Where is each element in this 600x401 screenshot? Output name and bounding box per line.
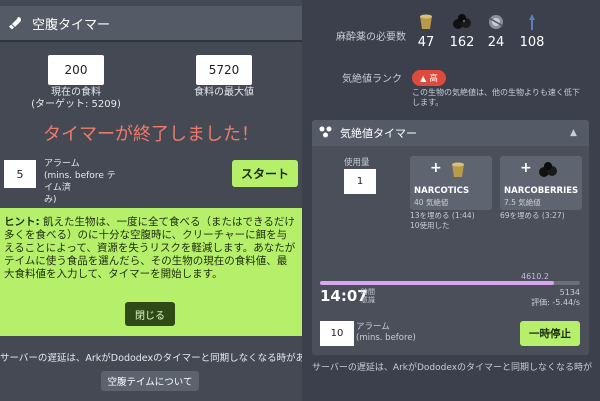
clock-sub-labels: 時間 意識 <box>361 288 375 304</box>
tranq-arrow-count: 108 <box>519 35 545 50</box>
food-card-narcotics[interactable]: + NARCOTICS 40 気絶値 <box>410 156 492 210</box>
narcoberries-icon <box>452 12 472 32</box>
narcotics-icon <box>416 12 436 32</box>
torpor-rank-value: 高 <box>429 74 438 84</box>
plus-icon: + <box>520 160 532 176</box>
torpor-bar-fill <box>320 281 554 285</box>
food-drumstick-icon <box>6 13 26 33</box>
bio-toxin-icon <box>486 12 506 32</box>
torpor-alarm-input[interactable]: 10 <box>320 321 354 346</box>
hint-text: 飢えた生物は、一度に全て食べる（またはできるだけ多くを食べる）のに十分な空腹時に… <box>4 216 296 280</box>
resource-bio-toxin: 24 <box>482 12 510 50</box>
food-used-count: 10使用した <box>410 221 450 230</box>
torpor-current-value: 4610.2 <box>521 272 549 281</box>
resource-narcotics: 47 <box>412 12 440 50</box>
clock-sub-time: 時間 <box>361 288 375 296</box>
tranq-arrow-icon <box>522 12 542 32</box>
max-food-label: 食料の最大値 <box>194 87 254 98</box>
resource-tranq-arrow: 108 <box>518 12 546 50</box>
torpor-timer-header[interactable]: 気絶値タイマー <box>312 120 589 146</box>
food-info-narcoberries: 69を埋める (3:27) <box>500 211 565 221</box>
current-food-input[interactable]: 200 <box>48 55 104 85</box>
alarm-label-line3: み) <box>44 195 57 205</box>
food-card-narcoberries[interactable]: + NARCOBERRIES 7.5 気絶値 <box>500 156 582 210</box>
torpor-rank-badge: ▲ 高 <box>412 70 446 86</box>
clock-sub-conscious: 意識 <box>361 296 375 304</box>
alert-icon: ▲ <box>420 73 427 83</box>
food-info-narcotics: 13を埋める (1:44) 10使用した <box>410 211 475 231</box>
current-food-label-text: 現在の食料 <box>51 87 101 98</box>
food-torpor-value: 7.5 気絶値 <box>504 198 541 207</box>
narcotics-count: 47 <box>417 35 435 50</box>
resource-narcoberries: 162 <box>448 12 476 50</box>
screen-root: 空腹タイマー 200 現在の食料 (ターゲット: 5209) 5720 食料の最… <box>0 0 600 401</box>
torpor-alarm-label-line1: アラーム <box>356 322 390 332</box>
food-name: NARCOBERRIES <box>504 186 579 196</box>
torpor-alarm-label: アラーム (mins. before) <box>356 322 416 344</box>
narcotics-icon <box>448 160 470 182</box>
alarm-label-line2: (mins. before テイム済 <box>44 171 116 193</box>
food-fill-time: 13を埋める (1:44) <box>410 211 475 220</box>
hint-heading: ヒント: <box>4 216 40 228</box>
alarm-label: アラーム (mins. before テイム済 み) <box>44 158 124 206</box>
torpor-alarm-label-line2: (mins. before) <box>356 333 416 343</box>
torpor-stats: 5134 評価: -5.44/s <box>531 288 580 308</box>
quantity-input[interactable]: 1 <box>344 169 376 194</box>
current-food-target: (ターゲット: 5209) <box>31 99 121 110</box>
required-narcotics-label: 麻酔薬の必要数 <box>336 32 406 43</box>
quantity-label: 使用量 <box>344 158 370 168</box>
server-lag-note: サーバーの遅延は、ArkがDododexのタイマーと同期しなくなる時があります。 <box>0 353 302 364</box>
torpor-rate: 評価: -5.44/s <box>531 298 580 307</box>
torpor-icon <box>318 124 334 143</box>
pause-button[interactable]: 一時停止 <box>520 321 580 346</box>
starve-timer-panel: 空腹タイマー 200 現在の食料 (ターゲット: 5209) 5720 食料の最… <box>0 0 302 401</box>
bio-toxin-count: 24 <box>487 35 505 50</box>
start-button[interactable]: スタート <box>232 160 298 187</box>
torpor-rank-label: 気絶値ランク <box>342 74 402 85</box>
alarm-minutes-input[interactable]: 5 <box>4 160 36 188</box>
plus-icon: + <box>430 160 442 176</box>
torpor-timer-title: 気絶値タイマー <box>340 127 417 140</box>
torpor-rank-note: この生物の気絶値は、他の生物よりも速く低下します。 <box>412 88 580 107</box>
food-name: NARCOTICS <box>414 186 470 196</box>
narcoberries-count: 162 <box>449 35 475 50</box>
server-lag-note-right: サーバーの遅延は、ArkがDododexのタイマーと同期しなくなる時があります。 <box>312 363 592 373</box>
current-food-label: 現在の食料 (ターゲット: 5209) <box>20 87 132 111</box>
max-food-input[interactable]: 5720 <box>196 55 252 85</box>
close-hint-button[interactable]: 閉じる <box>125 302 175 326</box>
collapse-caret-icon[interactable]: ▲ <box>570 128 577 138</box>
food-torpor-value: 40 気絶値 <box>414 198 449 207</box>
starve-timer-title: 空腹タイマー <box>32 17 111 33</box>
alarm-label-line1: アラーム <box>44 159 80 169</box>
food-fill-time: 69を埋める (3:27) <box>500 211 565 220</box>
torpor-max-value: 5134 <box>559 288 580 297</box>
narcoberries-icon <box>538 160 560 182</box>
about-starve-taming-button[interactable]: 空腹テイムについて <box>101 371 199 391</box>
starve-timer-header[interactable]: 空腹タイマー <box>0 6 302 40</box>
timer-finished-message: タイマーが終了しました！ <box>43 124 259 145</box>
header-divider <box>0 40 302 42</box>
